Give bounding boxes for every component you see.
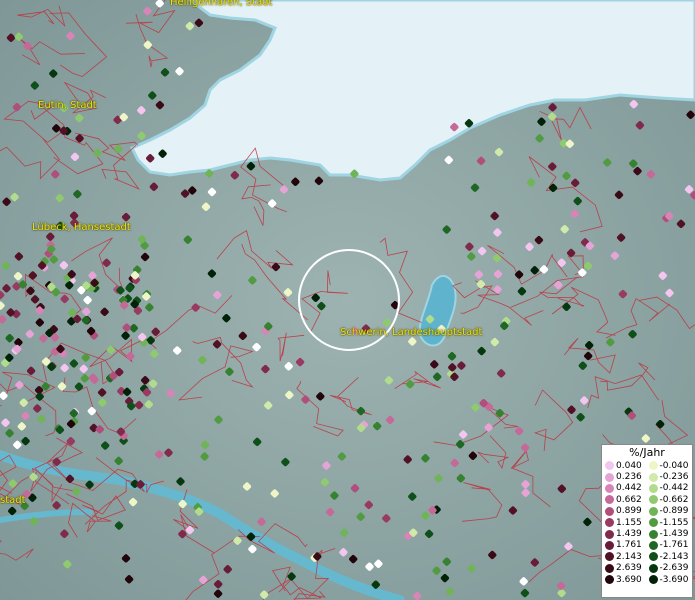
legend-title: %/Jahr	[629, 446, 665, 459]
legend-swatch	[648, 495, 658, 505]
legend-value: 0.040	[616, 460, 642, 471]
legend-entry: -0.899	[648, 506, 693, 517]
legend-row: 0.442 -0.442	[605, 483, 692, 494]
legend-value: -2.143	[659, 551, 689, 562]
legend-entry: -2.143	[648, 551, 693, 562]
legend-row: 2.639 -2.639	[605, 563, 692, 574]
legend-value: -0.236	[659, 472, 689, 483]
legend-swatch	[648, 518, 658, 528]
legend-swatch	[605, 540, 614, 550]
legend-row: 1.761 -1.761	[605, 540, 692, 551]
legend-swatch	[605, 472, 614, 482]
legend-value: 3.690	[616, 574, 642, 585]
legend-swatch	[648, 483, 658, 493]
legend-value: 0.442	[616, 483, 642, 494]
legend-swatch	[605, 483, 614, 493]
legend-entry: -0.442	[648, 483, 693, 494]
legend-entry: -2.639	[648, 563, 693, 574]
legend-value: -1.439	[659, 529, 689, 540]
legend-value: -1.155	[659, 517, 689, 528]
legend-entry: 1.155	[605, 518, 649, 528]
legend-swatch	[648, 575, 658, 585]
legend-row: 3.690 -3.690	[605, 574, 692, 585]
legend-value: 0.899	[616, 506, 642, 517]
legend-entry: 0.040	[605, 461, 649, 471]
map-canvas[interactable]	[0, 0, 695, 600]
legend-entry: -1.761	[648, 540, 693, 551]
legend: %/Jahr 0.040 -0.040 0.236 -0.236 0.442 -0.442…	[601, 444, 693, 598]
legend-entry: 1.761	[605, 540, 649, 550]
legend-swatch	[648, 563, 658, 573]
city-label: Lübeck, Hansestadt	[32, 222, 131, 233]
legend-swatch	[605, 552, 614, 562]
city-label: Schwerin, Landeshauptstadt	[340, 327, 483, 338]
legend-entry: 2.143	[605, 552, 649, 562]
legend-swatch	[605, 461, 614, 471]
city-label: Heiligenhafen, Stadt	[170, 0, 273, 8]
legend-swatch	[605, 518, 614, 528]
legend-entry: -3.690	[648, 574, 693, 585]
legend-value: 0.236	[616, 472, 642, 483]
legend-entry: 0.236	[605, 472, 649, 482]
legend-value: 1.155	[616, 517, 642, 528]
city-label: Eutin, Stadt	[38, 100, 97, 111]
legend-value: -3.690	[659, 574, 689, 585]
legend-swatch	[648, 472, 658, 482]
legend-value: -0.040	[659, 460, 689, 471]
legend-value: -0.442	[659, 483, 689, 494]
legend-swatch	[605, 506, 614, 516]
legend-entry: 1.439	[605, 529, 649, 539]
legend-row: 0.899 -0.899	[605, 506, 692, 517]
legend-swatch	[605, 575, 614, 585]
legend-value: 0.662	[616, 494, 642, 505]
legend-entry: 0.662	[605, 495, 649, 505]
legend-entry: 0.899	[605, 506, 649, 516]
legend-entry: 2.639	[605, 563, 649, 573]
legend-swatch	[605, 495, 614, 505]
legend-row: 0.662 -0.662	[605, 494, 692, 505]
legend-value: 1.761	[616, 540, 642, 551]
legend-row: 2.143 -2.143	[605, 551, 692, 562]
legend-value: -0.899	[659, 506, 689, 517]
legend-row: 0.236 -0.236	[605, 471, 692, 482]
legend-entry: -0.662	[648, 494, 693, 505]
legend-swatch	[648, 552, 658, 562]
legend-value: 2.639	[616, 563, 642, 574]
legend-row: 1.439 -1.439	[605, 528, 692, 539]
legend-swatch	[648, 461, 658, 471]
city-label: stadt	[0, 495, 26, 506]
legend-swatch	[605, 563, 614, 573]
legend-entry: -1.155	[648, 517, 693, 528]
legend-value: 2.143	[616, 551, 642, 562]
legend-entry: 0.442	[605, 483, 649, 493]
legend-swatch	[605, 529, 614, 539]
legend-row: 1.155 -1.155	[605, 517, 692, 528]
legend-swatch	[648, 540, 658, 550]
legend-swatch	[648, 506, 658, 516]
legend-value: -1.761	[659, 540, 689, 551]
legend-value: -0.662	[659, 494, 689, 505]
legend-value: 1.439	[616, 529, 642, 540]
legend-value: -2.639	[659, 563, 689, 574]
legend-entry: -0.236	[648, 472, 693, 483]
legend-entry: -1.439	[648, 529, 693, 540]
legend-entry: -0.040	[648, 460, 693, 471]
legend-rows: 0.040 -0.040 0.236 -0.236 0.442 -0.442 0.662 -0…	[602, 460, 692, 585]
legend-row: 0.040 -0.040	[605, 460, 692, 471]
legend-entry: 3.690	[605, 575, 649, 585]
legend-swatch	[648, 529, 658, 539]
